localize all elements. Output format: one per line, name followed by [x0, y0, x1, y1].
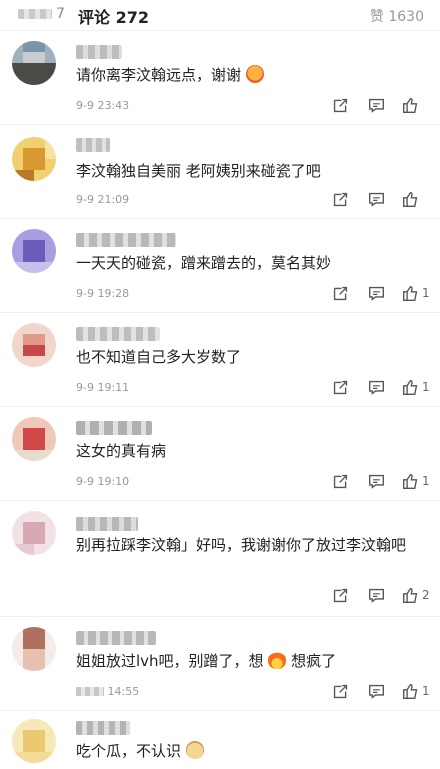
- blurred-username[interactable]: [76, 721, 130, 735]
- comment-time: 9-9 19:11: [76, 381, 130, 394]
- comment-text: 吃个瓜，不认识: [76, 739, 426, 763]
- blurred-username[interactable]: [76, 45, 122, 59]
- like-button[interactable]: [402, 189, 430, 209]
- comment-actions: 1: [314, 681, 430, 701]
- blurred-label: [18, 9, 52, 19]
- comment-time: 9-9 21:09: [76, 193, 130, 206]
- like-count: 1: [422, 684, 430, 698]
- blurred-username[interactable]: [76, 517, 138, 531]
- like-button[interactable]: [402, 95, 430, 115]
- comment-item: 一天天的碰瓷，蹭来蹭去的，莫名其妙 9-9 19:28 1: [0, 218, 440, 312]
- avatar[interactable]: [12, 229, 56, 273]
- pixelated-avatar-image: [12, 41, 56, 85]
- avatar[interactable]: [12, 627, 56, 671]
- comment-item: 请你离李汶翰远点，谢谢 9-9 23:43: [0, 30, 440, 124]
- share-icon[interactable]: [330, 189, 350, 209]
- doge-icon: [185, 741, 204, 759]
- comment-text-content: 请你离李汶翰远点，谢谢: [76, 66, 242, 84]
- pixelated-avatar-image: [12, 417, 56, 461]
- like-button[interactable]: 1: [402, 681, 430, 701]
- comment-header-bar: 7 评论 272 赞 1630: [0, 0, 440, 30]
- like-button[interactable]: 1: [402, 377, 430, 397]
- like-button[interactable]: 2: [402, 585, 430, 605]
- reply-icon[interactable]: [366, 585, 386, 605]
- comment-actions: 1: [314, 377, 430, 397]
- comment-item: 吃个瓜，不认识: [0, 710, 440, 769]
- pixelated-avatar-image: [12, 627, 56, 671]
- avatar[interactable]: [12, 511, 56, 555]
- comment-item: 也不知道自己多大岁数了 9-9 19:11 1: [0, 312, 440, 406]
- like-button[interactable]: 1: [402, 471, 430, 491]
- comment-text: 别再拉踩李汶翰」好吗，我谢谢你了放过李汶翰吧: [76, 536, 407, 554]
- comment-time: 14:55: [76, 685, 139, 698]
- blurred-username[interactable]: [76, 233, 176, 247]
- share-icon[interactable]: [330, 377, 350, 397]
- comment-text: 也不知道自己多大岁数了: [76, 348, 242, 366]
- comment-text: 李汶翰独自美丽 老阿姨别来碰瓷了吧: [76, 162, 321, 180]
- reply-icon[interactable]: [366, 95, 386, 115]
- reposts-tab[interactable]: 7: [18, 6, 65, 22]
- comment-item: 姐姐放过lvh吧，别蹭了，想 想疯了 14:55 1: [0, 616, 440, 710]
- reply-icon[interactable]: [366, 189, 386, 209]
- share-icon[interactable]: [330, 585, 350, 605]
- likes-tab[interactable]: 赞 1630: [370, 6, 424, 26]
- avatar[interactable]: [12, 719, 56, 763]
- pixelated-avatar-image: [12, 137, 56, 181]
- comment-time: 9-9 23:43: [76, 99, 130, 112]
- like-count: 1: [422, 380, 430, 394]
- blurred-username[interactable]: [76, 421, 152, 435]
- comment-text: 一天天的碰瓷，蹭来蹭去的，莫名其妙: [76, 254, 332, 272]
- comment-actions: 1: [314, 283, 430, 303]
- comments-tab[interactable]: 评论 272: [78, 4, 149, 28]
- comment-actions: [314, 95, 430, 115]
- comment-text-content: 想疯了: [291, 652, 337, 670]
- share-icon[interactable]: [330, 283, 350, 303]
- reposts-count: 7: [56, 6, 65, 22]
- avatar[interactable]: [12, 137, 56, 181]
- avatar[interactable]: [12, 417, 56, 461]
- blurred-username[interactable]: [76, 631, 156, 645]
- pixelated-avatar-image: [12, 719, 56, 763]
- reply-icon[interactable]: [366, 377, 386, 397]
- comment-text: 姐姐放过lvh吧，别蹭了，想 想疯了: [76, 649, 426, 673]
- comment-time-text: 14:55: [107, 685, 140, 698]
- comment-item: 这女的真有病 9-9 19:10 1: [0, 406, 440, 500]
- blurred-username[interactable]: [76, 138, 110, 152]
- blurred-username[interactable]: [76, 327, 160, 341]
- comment-actions: [314, 189, 430, 209]
- comment-text-content: 吃个瓜，不认识: [76, 742, 182, 760]
- share-icon[interactable]: [330, 471, 350, 491]
- comment-text: 这女的真有病: [76, 442, 167, 460]
- like-button[interactable]: 1: [402, 283, 430, 303]
- pixelated-avatar-image: [12, 323, 56, 367]
- comment-item: 李汶翰独自美丽 老阿姨别来碰瓷了吧 9-9 21:09: [0, 124, 440, 218]
- comment-item: 别再拉踩李汶翰」好吗，我谢谢你了放过李汶翰吧 2: [0, 500, 440, 616]
- avatar[interactable]: [12, 323, 56, 367]
- fire-icon: [268, 651, 287, 669]
- reply-icon[interactable]: [366, 283, 386, 303]
- pixelated-avatar-image: [12, 229, 56, 273]
- reply-icon[interactable]: [366, 471, 386, 491]
- comment-actions: 2: [314, 585, 430, 605]
- avatar[interactable]: [12, 41, 56, 85]
- like-count: 2: [422, 588, 430, 602]
- reply-icon[interactable]: [366, 681, 386, 701]
- comment-text: 请你离李汶翰远点，谢谢: [76, 63, 426, 87]
- share-icon[interactable]: [330, 95, 350, 115]
- comment-actions: 1: [314, 471, 430, 491]
- angry-face-icon: [245, 65, 264, 83]
- blurred-date: [76, 687, 104, 696]
- share-icon[interactable]: [330, 681, 350, 701]
- comment-text-content: 姐姐放过lvh吧，别蹭了，想: [76, 652, 264, 670]
- like-count: 1: [422, 286, 430, 300]
- comment-time: 9-9 19:10: [76, 475, 130, 488]
- pixelated-avatar-image: [12, 511, 56, 555]
- like-count: 1: [422, 474, 430, 488]
- comment-time: 9-9 19:28: [76, 287, 130, 300]
